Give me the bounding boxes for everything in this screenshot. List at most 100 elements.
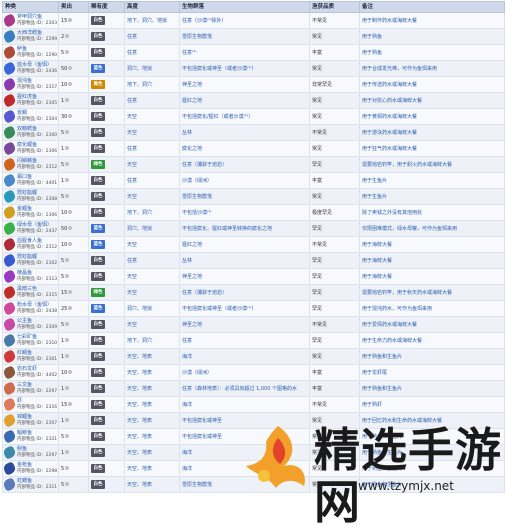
- fish-name[interactable]: 岩石龙虾: [17, 366, 37, 372]
- fish-name[interactable]: 锦鲤鱼: [17, 414, 32, 420]
- fish-name[interactable]: 双鳍鳕鱼: [17, 126, 37, 132]
- fish-name[interactable]: 血腥食人鱼: [17, 238, 42, 244]
- header-price[interactable]: 卖出: [58, 1, 89, 13]
- height-value[interactable]: 天空、地表: [127, 434, 152, 440]
- biome-value[interactable]: 雪原生物群落: [182, 194, 212, 200]
- biome-value[interactable]: 腐化之地: [182, 146, 202, 152]
- fish-name[interactable]: 绿水母（鱼饵）: [17, 222, 52, 228]
- fish-name[interactable]: 三文鱼: [17, 382, 32, 388]
- table-row[interactable]: 七彩矿鱼 内部物品 ID：2310 1 白色 地下、洞穴 任意 罕见 用于生命力药水或海鲜大餐: [2, 332, 505, 349]
- biome-value[interactable]: 任意（沙漠⁽¹⁾除外）: [182, 18, 226, 24]
- fish-name[interactable]: 黑暗三色: [17, 286, 37, 292]
- note-text[interactable]: 用于熟虾: [362, 402, 382, 408]
- fish-name-cell[interactable]: 双鳍鳕鱼 内部物品 ID：2300: [2, 124, 59, 141]
- fish-name-cell[interactable]: 霜口鱼 内部物品 ID：4401: [2, 172, 59, 189]
- table-row[interactable]: 金鲤鱼 内部物品 ID：2306 10 白色 地下、洞穴 不包括沙漠⁽¹⁾ 极度罕见 除了卖钱…: [2, 204, 505, 221]
- table-row[interactable]: 公主鱼 内部物品 ID：2309 5 白色 天空 神圣之地 不常见 用于爱情药水或海鲜大餐: [2, 316, 505, 333]
- fish-name-cell[interactable]: 雀鲷 内部物品 ID：2304: [2, 108, 59, 125]
- fish-name-cell[interactable]: 岩石龙虾 内部物品 ID：4402: [2, 364, 59, 381]
- biome-value[interactable]: 丛林: [182, 130, 192, 136]
- fish-name[interactable]: 虾: [17, 398, 22, 404]
- fish-name-cell[interactable]: 三文鱼 内部物品 ID：2297: [2, 380, 59, 397]
- fish-name[interactable]: 红鲷鱼: [17, 350, 32, 356]
- biome-value[interactable]: 海洋: [182, 450, 192, 456]
- table-row[interactable]: 混沌鱼 内部物品 ID：2317 10 黄色 地下、洞穴 神圣之地 非常罕见 用于传送药水或海…: [2, 76, 505, 93]
- fish-name[interactable]: 金鲤鱼: [17, 206, 32, 212]
- height-value[interactable]: 天空、地表: [127, 450, 152, 456]
- biome-value[interactable]: 不包括腐化或神圣: [182, 418, 222, 424]
- table-row[interactable]: 腐化鲤鱼 内部物品 ID：2306 1 白色 任意 腐化之地 常见 用于狂气药水或海鲜大餐: [2, 140, 505, 157]
- fish-name[interactable]: 混沌鱼: [17, 78, 32, 84]
- fish-name-cell[interactable]: 棱晶鱼 内部物品 ID：2313: [2, 268, 59, 285]
- note-text[interactable]: 除了卖钱之外没有其他用处: [362, 210, 422, 216]
- biome-value[interactable]: 任意（捕获于熔岩）: [182, 162, 227, 168]
- fish-name-cell[interactable]: 霓虹脂鲤 内部物品 ID：2308: [2, 188, 59, 205]
- biome-value[interactable]: 神圣之地: [182, 82, 202, 88]
- biome-value[interactable]: 猩红之地: [182, 242, 202, 248]
- biome-value[interactable]: 沙漠（绿洲）: [182, 178, 212, 184]
- fish-name-cell[interactable]: 血腥食人鱼 内部物品 ID：2312: [2, 236, 59, 253]
- height-value[interactable]: 天空、地表: [127, 402, 152, 408]
- height-value[interactable]: 任意: [127, 258, 137, 264]
- fish-name[interactable]: 棱晶鱼: [17, 270, 32, 276]
- header-note[interactable]: 备注: [359, 1, 505, 13]
- fish-name[interactable]: 公主鱼: [17, 318, 32, 324]
- height-value[interactable]: 天空: [127, 162, 137, 168]
- biome-value[interactable]: 不包括腐化/猩红（或者沙漠⁽¹⁾）: [182, 114, 253, 120]
- note-text[interactable]: 需要熔岩钓竿，用于秋天药水或海鲜大餐: [362, 290, 452, 296]
- fish-name[interactable]: 鲈鱼: [17, 46, 27, 52]
- biome-value[interactable]: 不包括腐化或神圣: [182, 434, 222, 440]
- header-biome[interactable]: 生物群落: [179, 1, 310, 13]
- height-value[interactable]: 任意: [127, 50, 137, 56]
- fish-name[interactable]: 粉水母（鱼饵）: [17, 302, 52, 308]
- height-value[interactable]: 地下、洞穴、地狱: [127, 18, 167, 24]
- table-row[interactable]: 岩石龙虾 内部物品 ID：4402 10 白色 天空、地表 沙漠（绿洲） 丰富 用于龙虾尾: [2, 364, 505, 381]
- table-row[interactable]: 黑暗三色 内部物品 ID：2315 15 绿色 天空 任意（捕获于熔岩） 罕见 需要熔岩钓竿，…: [2, 284, 505, 301]
- fish-name-cell[interactable]: 红鲷鱼 内部物品 ID：2301: [2, 348, 59, 365]
- height-value[interactable]: 洞穴、地狱: [127, 226, 152, 232]
- table-row[interactable]: 闪鳞鳍鱼 内部物品 ID：2312 5 绿色 天空 任意（捕获于熔岩） 罕见 需要熔岩钓竿，用…: [2, 156, 505, 173]
- fish-name[interactable]: 腐化鲤鱼: [17, 142, 37, 148]
- table-row[interactable]: 霓虹脂鲤 内部物品 ID：2308 5 白色 天空 雪原生物群落 常见 用于生鱼片: [2, 188, 505, 205]
- fish-name-cell[interactable]: 蓝水母（鱼饵） 内部物品 ID：2436: [2, 60, 59, 77]
- biome-value[interactable]: 沙漠（绿洲）: [182, 370, 212, 376]
- note-text[interactable]: 用于生命力药水或海鲜大餐: [362, 338, 422, 344]
- note-text[interactable]: 用于混沌药水，可作为鱼饵来用: [362, 306, 432, 312]
- fish-name-cell[interactable]: 虹鳟鱼 内部物品 ID：2311: [2, 476, 59, 493]
- table-row[interactable]: 双鳍鳕鱼 内部物品 ID：2300 5 白色 天空 丛林 不常见 用于游泳药水或海鲜大餐: [2, 124, 505, 141]
- height-value[interactable]: 洞穴、地狱: [127, 66, 152, 72]
- fish-name[interactable]: 霓虹脂鲤: [17, 190, 37, 196]
- note-text[interactable]: 需要熔岩钓竿，用于耐火药水或海鲜大餐: [362, 162, 452, 168]
- fish-name-cell[interactable]: 猩红虎鱼 内部物品 ID：2305: [2, 92, 59, 109]
- biome-value[interactable]: 任意（森林地表）：必须具有超过 1,000 个图格的水: [182, 386, 297, 392]
- fish-name-cell[interactable]: 黑暗三色 内部物品 ID：2315: [2, 284, 59, 301]
- fish-name-cell[interactable]: 粉水母（鱼饵） 内部物品 ID：2438: [2, 300, 59, 317]
- table-row[interactable]: 粉水母（鱼饵） 内部物品 ID：2438 25 蓝色 洞穴、地狱 不包括腐化或神圣（或者沙…: [2, 300, 505, 317]
- height-value[interactable]: 地下、洞穴: [127, 82, 152, 88]
- fish-name[interactable]: 蓝水母（鱼饵）: [17, 62, 52, 68]
- fish-name[interactable]: 鲳鲹鱼: [17, 430, 32, 436]
- height-value[interactable]: 天空: [127, 114, 137, 120]
- biome-value[interactable]: 神圣之地: [182, 274, 202, 280]
- table-row[interactable]: 霓虹脂鲤 内部物品 ID：2302 5 白色 任意 丛林 罕见 用于海鲜大餐: [2, 252, 505, 269]
- fish-name[interactable]: 虹鳟鱼: [17, 478, 32, 484]
- table-row[interactable]: 绿水母（鱼饵） 内部物品 ID：2437 50 蓝色 洞穴、地狱 不包括腐化、猩红或神圣转…: [2, 220, 505, 237]
- fish-name-cell[interactable]: 绿水母（鱼饵） 内部物品 ID：2437: [2, 220, 59, 237]
- table-row[interactable]: 雀鲷 内部物品 ID：2304 30 白色 天空 不包括腐化/猩红（或者沙漠⁽¹⁾） 常见 用…: [2, 108, 505, 125]
- fish-name-cell[interactable]: 闪鳞鳍鱼 内部物品 ID：2312: [2, 156, 59, 173]
- height-value[interactable]: 天空、地表: [127, 418, 152, 424]
- height-value[interactable]: 天空、地表: [127, 354, 152, 360]
- biome-value[interactable]: 任意: [182, 338, 192, 344]
- height-value[interactable]: 天空: [127, 322, 137, 328]
- biome-value[interactable]: 不包括腐化、猩红或神圣转换的腐化之地: [182, 226, 272, 232]
- biome-value[interactable]: 神圣之地: [182, 322, 202, 328]
- table-row[interactable]: 三文鱼 内部物品 ID：2297 1 白色 天空、地表 任意（森林地表）：必须具有超过 1…: [2, 380, 505, 397]
- fish-name[interactable]: 闪鳞鳍鱼: [17, 158, 37, 164]
- watermark-url[interactable]: www.tzymjx.net: [358, 479, 454, 493]
- fish-name-cell[interactable]: 七彩矿鱼 内部物品 ID：2310: [2, 332, 59, 349]
- note-text[interactable]: 用于合成发光棒，可作为鱼饵来用: [362, 66, 437, 72]
- table-row[interactable]: 斧甲洞穴鱼 内部物品 ID：2303 15 白色 地下、洞穴、地狱 任意（沙漠⁽¹⁾除外）…: [2, 12, 505, 29]
- fish-name-cell[interactable]: 鲳鲹鱼 内部物品 ID：2321: [2, 428, 59, 445]
- fish-name-cell[interactable]: 大西洋鳕鱼 内部物品 ID：2299: [2, 28, 59, 45]
- height-value[interactable]: 天空、地表: [127, 466, 152, 472]
